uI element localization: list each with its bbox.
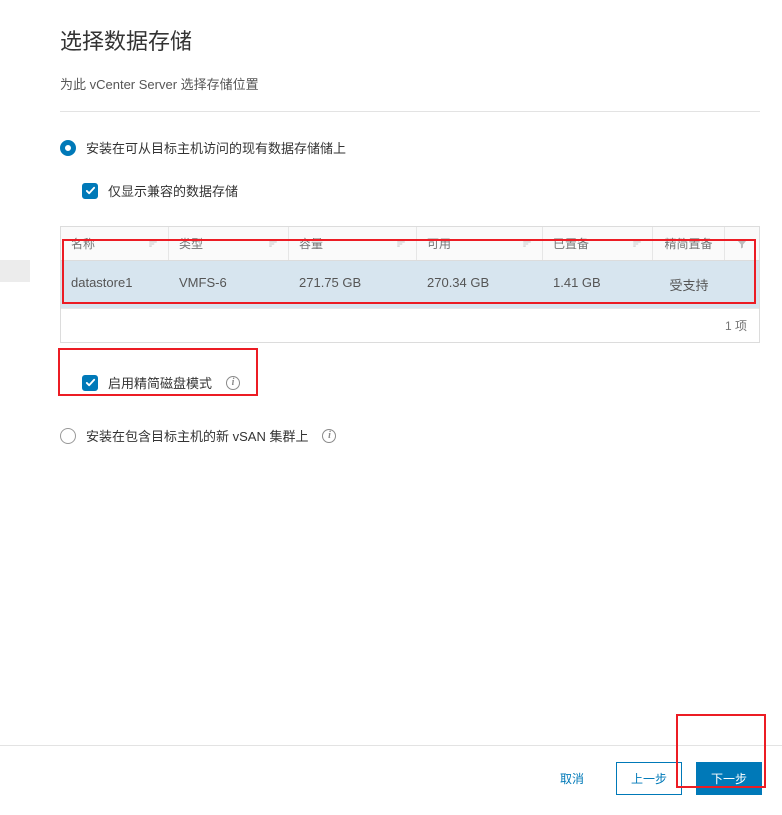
checkbox-show-compatible[interactable]: 仅显示兼容的数据存储 [82, 181, 760, 200]
col-header-provisioned-label: 已置备 [553, 235, 589, 252]
col-header-capacity[interactable]: 容量 [289, 227, 417, 260]
checkbox-enable-thin[interactable]: 启用精简磁盘模式 i [82, 373, 760, 392]
col-header-provisioned[interactable]: 已置备 [543, 227, 653, 260]
sort-icon [522, 239, 532, 249]
sort-icon [396, 239, 406, 249]
radio-existing-datastore[interactable]: 安装在可从目标主机访问的现有数据存储储上 [60, 138, 760, 157]
checkbox-show-compatible-label: 仅显示兼容的数据存储 [108, 181, 238, 200]
datastore-table: 名称 类型 容量 可用 已置备 [60, 226, 760, 343]
info-icon[interactable]: i [322, 429, 336, 443]
radio-icon-unselected [60, 428, 76, 444]
cell-type: VMFS-6 [169, 275, 289, 294]
cell-provisioned: 1.41 GB [543, 275, 653, 294]
cell-name: datastore1 [61, 275, 169, 294]
col-header-free-label: 可用 [427, 235, 451, 252]
cell-thin: 受支持 [653, 275, 725, 294]
cancel-button[interactable]: 取消 [542, 763, 602, 794]
cell-capacity: 271.75 GB [289, 275, 417, 294]
table-header-row: 名称 类型 容量 可用 已置备 [61, 226, 759, 261]
next-button[interactable]: 下一步 [696, 762, 762, 795]
radio-vsan-cluster[interactable]: 安装在包含目标主机的新 vSAN 集群上 i [60, 426, 760, 445]
radio-existing-label: 安装在可从目标主机访问的现有数据存储储上 [86, 138, 346, 157]
table-footer-count: 1 项 [61, 309, 759, 342]
col-header-name-label: 名称 [71, 235, 95, 252]
sort-icon [148, 239, 158, 249]
checkbox-icon-checked [82, 375, 98, 391]
col-header-thin[interactable]: 精简置备 [653, 227, 725, 260]
table-row[interactable]: datastore1 VMFS-6 271.75 GB 270.34 GB 1.… [61, 261, 759, 309]
col-header-capacity-label: 容量 [299, 235, 323, 252]
checkbox-enable-thin-label: 启用精简磁盘模式 [108, 373, 212, 392]
cell-free: 270.34 GB [417, 275, 543, 294]
page-title: 选择数据存储 [60, 24, 760, 56]
checkbox-icon-checked [82, 183, 98, 199]
wizard-footer: 取消 上一步 下一步 [0, 745, 782, 815]
radio-vsan-label: 安装在包含目标主机的新 vSAN 集群上 [86, 426, 308, 445]
sort-icon [268, 239, 278, 249]
radio-icon-selected [60, 140, 76, 156]
page-subtitle: 为此 vCenter Server 选择存储位置 [60, 74, 760, 112]
info-icon[interactable]: i [226, 376, 240, 390]
col-header-type[interactable]: 类型 [169, 227, 289, 260]
left-stub [0, 260, 30, 282]
col-header-thin-label: 精简置备 [664, 235, 712, 252]
back-button[interactable]: 上一步 [616, 762, 682, 795]
filter-icon[interactable] [725, 227, 759, 260]
col-header-name[interactable]: 名称 [61, 227, 169, 260]
sort-icon [632, 239, 642, 249]
col-header-free[interactable]: 可用 [417, 227, 543, 260]
col-header-type-label: 类型 [179, 235, 203, 252]
